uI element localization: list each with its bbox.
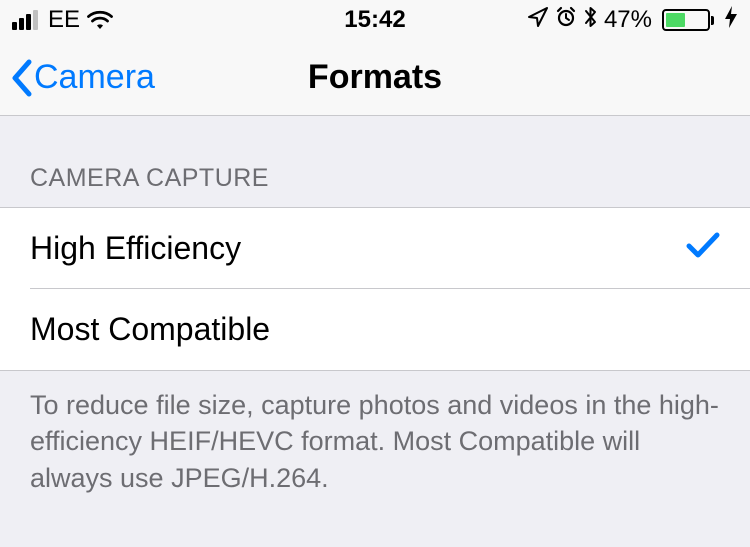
section-header: CAMERA CAPTURE	[0, 116, 750, 207]
back-label: Camera	[34, 58, 155, 97]
status-left-group: EE	[12, 6, 114, 34]
battery-icon	[662, 9, 714, 31]
battery-percent: 47%	[604, 6, 652, 34]
charging-icon	[724, 5, 738, 35]
chevron-left-icon	[10, 58, 34, 98]
location-icon	[527, 6, 549, 35]
page-title: Formats	[308, 58, 442, 97]
option-label: Most Compatible	[30, 311, 270, 348]
content-area: CAMERA CAPTURE High Efficiency Most Comp…	[0, 116, 750, 512]
option-high-efficiency[interactable]: High Efficiency	[0, 208, 750, 289]
status-bar: EE 15:42 47%	[0, 0, 750, 40]
option-label: High Efficiency	[30, 230, 241, 267]
section-footer: To reduce file size, capture photos and …	[0, 371, 750, 512]
cellular-signal-icon	[12, 10, 38, 30]
options-list: High Efficiency Most Compatible	[0, 207, 750, 371]
alarm-icon	[555, 6, 577, 35]
back-button[interactable]: Camera	[0, 58, 155, 98]
carrier-label: EE	[48, 6, 80, 34]
navigation-bar: Camera Formats	[0, 40, 750, 116]
bluetooth-icon	[583, 5, 598, 36]
wifi-icon	[86, 10, 114, 30]
status-right-group: 47%	[527, 5, 738, 36]
option-most-compatible[interactable]: Most Compatible	[0, 289, 750, 370]
checkmark-icon	[686, 230, 720, 267]
status-time: 15:42	[344, 6, 405, 34]
